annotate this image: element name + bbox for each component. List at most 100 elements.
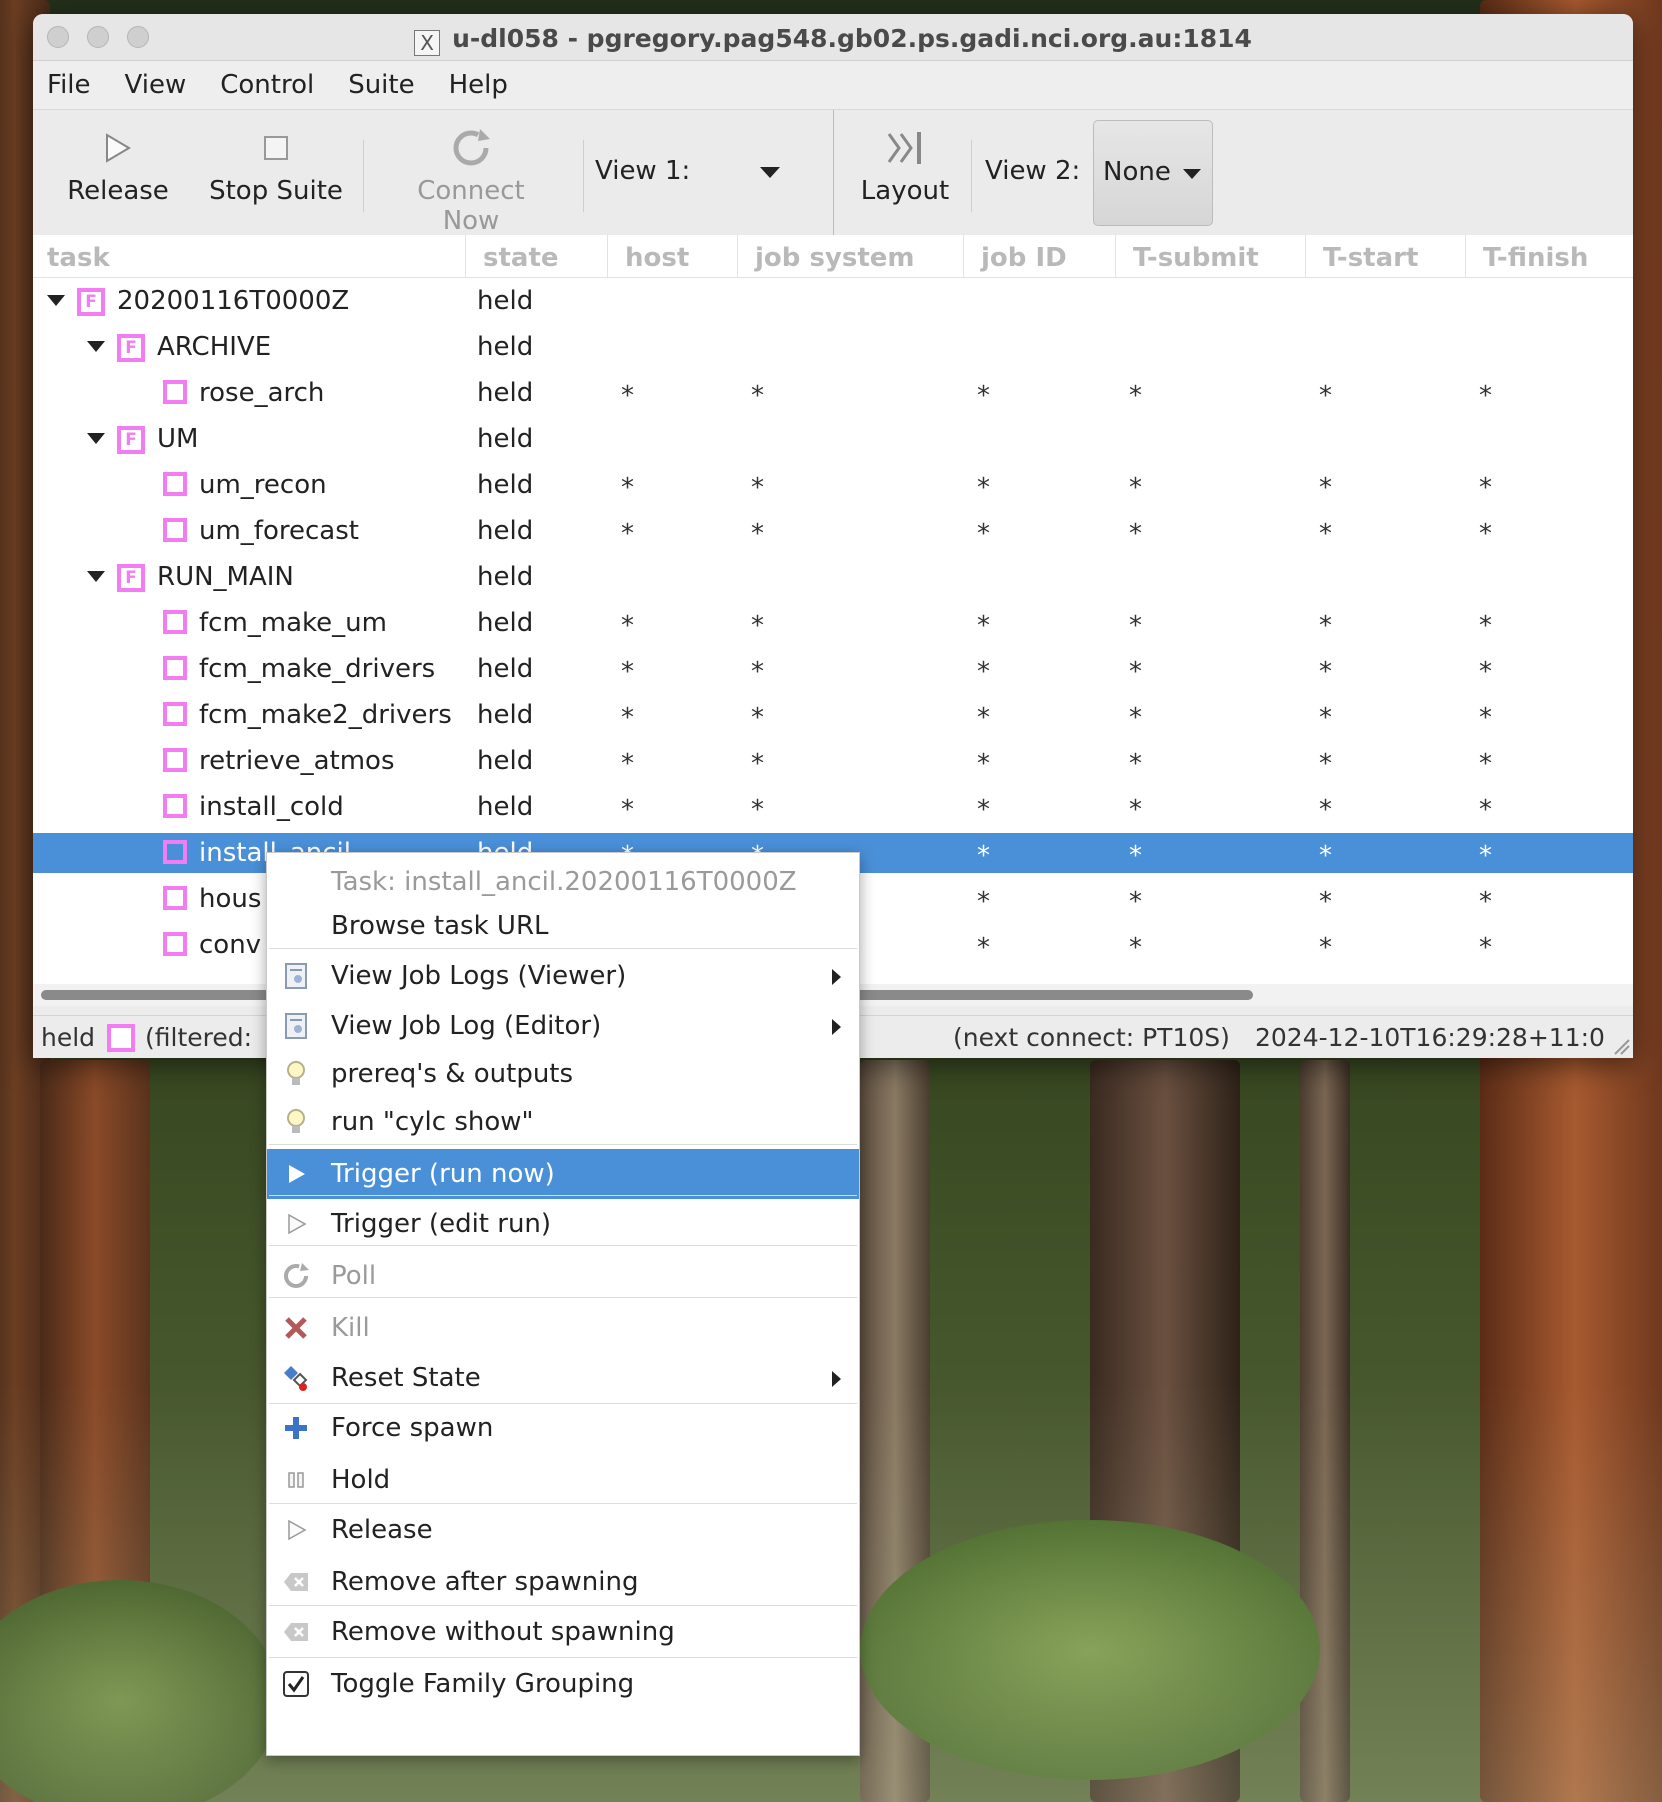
menu-item-prereq-s-outputs[interactable]: prereq's & outputs bbox=[267, 1049, 859, 1099]
empty-value: * bbox=[621, 795, 634, 825]
menu-item-view-job-log-editor[interactable]: View Job Log (Editor) bbox=[267, 1001, 859, 1051]
menu-suite[interactable]: Suite bbox=[348, 70, 414, 100]
task-state: held bbox=[477, 516, 534, 546]
menu-item-remove-without-spawning[interactable]: Remove without spawning bbox=[267, 1607, 859, 1657]
menu-item-toggle-family-grouping[interactable]: Toggle Family Grouping bbox=[267, 1659, 859, 1709]
task-name: conv bbox=[199, 930, 262, 960]
empty-value: * bbox=[751, 519, 764, 549]
column-header-job-system[interactable]: job system bbox=[755, 243, 915, 273]
empty-value: * bbox=[1479, 519, 1492, 549]
menu-item-reset-state[interactable]: Reset State bbox=[267, 1353, 859, 1403]
view1-label: View 1: bbox=[595, 156, 691, 186]
release-button[interactable]: Release bbox=[63, 128, 173, 206]
menu-item-label: Hold bbox=[331, 1465, 391, 1495]
empty-value: * bbox=[1129, 887, 1142, 917]
menu-item-trigger-run-now[interactable]: Trigger (run now) bbox=[267, 1149, 859, 1199]
empty-value: * bbox=[1129, 381, 1142, 411]
empty-value: * bbox=[977, 887, 990, 917]
toolbar-separator bbox=[363, 140, 364, 212]
table-row[interactable]: fcm_make2_drivers held * * * * * * bbox=[33, 695, 1633, 735]
menu-item-label: Remove without spawning bbox=[331, 1617, 675, 1647]
menu-item-label: Reset State bbox=[331, 1363, 481, 1393]
expand-arrow-icon[interactable] bbox=[47, 295, 65, 306]
table-row[interactable]: um_forecast held * * * * * * bbox=[33, 511, 1633, 551]
task-state: held bbox=[477, 378, 534, 408]
column-header-host[interactable]: host bbox=[625, 243, 689, 273]
table-row[interactable]: fcm_make_drivers held * * * * * * bbox=[33, 649, 1633, 689]
table-row[interactable]: fcm_make_um held * * * * * * bbox=[33, 603, 1633, 643]
stop-suite-button[interactable]: Stop Suite bbox=[205, 128, 347, 206]
column-separator[interactable] bbox=[963, 235, 964, 277]
backspace-icon bbox=[281, 1617, 311, 1647]
menu-item-force-spawn[interactable]: Force spawn bbox=[267, 1403, 859, 1453]
document-icon bbox=[281, 1011, 311, 1041]
menu-control[interactable]: Control bbox=[220, 70, 314, 100]
refresh-icon bbox=[453, 129, 490, 166]
column-separator[interactable] bbox=[1465, 235, 1466, 277]
view2-value: None bbox=[1103, 157, 1171, 187]
task-state-icon bbox=[163, 748, 187, 772]
menu-item-browse-task-url[interactable]: Browse task URL bbox=[267, 901, 859, 951]
menu-separator bbox=[269, 1403, 857, 1404]
view2-dropdown[interactable]: None bbox=[1093, 120, 1213, 226]
table-row[interactable]: um_recon held * * * * * * bbox=[33, 465, 1633, 505]
column-separator[interactable] bbox=[737, 235, 738, 277]
column-header-t-submit[interactable]: T-submit bbox=[1133, 243, 1259, 273]
empty-value: * bbox=[1319, 749, 1332, 779]
empty-value: * bbox=[751, 381, 764, 411]
menu-item-hold[interactable]: Hold bbox=[267, 1455, 859, 1505]
expand-arrow-icon[interactable] bbox=[87, 571, 105, 582]
expand-arrow-icon[interactable] bbox=[87, 341, 105, 352]
menu-item-run-cylc-show[interactable]: run "cylc show" bbox=[267, 1097, 859, 1147]
task-state: held bbox=[477, 746, 534, 776]
connect-now-button[interactable]: Connect Now bbox=[385, 128, 557, 236]
menu-file[interactable]: File bbox=[47, 70, 91, 100]
empty-value: * bbox=[977, 795, 990, 825]
menu-item-trigger-edit-run[interactable]: Trigger (edit run) bbox=[267, 1199, 859, 1249]
menu-item-release[interactable]: Release bbox=[267, 1505, 859, 1555]
status-timestamp: 2024-12-10T16:29:28+11:0 bbox=[1255, 1023, 1605, 1052]
menu-item-view-job-logs-viewer[interactable]: View Job Logs (Viewer) bbox=[267, 951, 859, 1001]
column-header-job-id[interactable]: job ID bbox=[981, 243, 1067, 273]
empty-value: * bbox=[1129, 657, 1142, 687]
menu-item-label: prereq's & outputs bbox=[331, 1059, 574, 1089]
empty-value: * bbox=[621, 703, 634, 733]
resize-grip-icon[interactable] bbox=[1611, 1036, 1631, 1056]
table-row[interactable]: F 20200116T0000Z held bbox=[33, 281, 1633, 321]
empty-value: * bbox=[977, 519, 990, 549]
menu-item-label: Trigger (run now) bbox=[331, 1159, 555, 1189]
layout-button[interactable]: Layout bbox=[855, 128, 955, 206]
toolbar-separator bbox=[971, 140, 972, 212]
menu-item-remove-after-spawning[interactable]: Remove after spawning bbox=[267, 1557, 859, 1607]
empty-value: * bbox=[751, 749, 764, 779]
table-row[interactable]: rose_arch held * * * * * * bbox=[33, 373, 1633, 413]
column-separator[interactable] bbox=[465, 235, 466, 277]
task-name: hous bbox=[199, 884, 262, 914]
column-separator[interactable] bbox=[1305, 235, 1306, 277]
view1-dropdown[interactable] bbox=[759, 166, 781, 180]
task-name: fcm_make_drivers bbox=[199, 654, 436, 684]
empty-value: * bbox=[1129, 749, 1142, 779]
column-separator[interactable] bbox=[1115, 235, 1116, 277]
menu-item-poll[interactable]: Poll bbox=[267, 1251, 859, 1301]
column-header-t-start[interactable]: T-start bbox=[1323, 243, 1418, 273]
table-row[interactable]: F RUN_MAIN held bbox=[33, 557, 1633, 597]
column-header-t-finish[interactable]: T-finish bbox=[1483, 243, 1588, 273]
table-row[interactable]: install_cold held * * * * * * bbox=[33, 787, 1633, 827]
menu-separator bbox=[269, 1245, 857, 1246]
stop-icon bbox=[264, 136, 288, 160]
table-row[interactable]: F ARCHIVE held bbox=[33, 327, 1633, 367]
menu-item-kill[interactable]: Kill bbox=[267, 1303, 859, 1353]
menu-view[interactable]: View bbox=[125, 70, 187, 100]
column-separator[interactable] bbox=[607, 235, 608, 277]
column-header-task[interactable]: task bbox=[47, 243, 110, 273]
empty-value: * bbox=[1319, 611, 1332, 641]
menu-separator bbox=[269, 1297, 857, 1298]
empty-value: * bbox=[1319, 841, 1332, 871]
table-row[interactable]: F UM held bbox=[33, 419, 1633, 459]
table-row[interactable]: retrieve_atmos held * * * * * * bbox=[33, 741, 1633, 781]
expand-arrow-icon[interactable] bbox=[87, 433, 105, 444]
empty-value: * bbox=[751, 611, 764, 641]
menu-help[interactable]: Help bbox=[449, 70, 508, 100]
column-header-state[interactable]: state bbox=[483, 243, 559, 273]
